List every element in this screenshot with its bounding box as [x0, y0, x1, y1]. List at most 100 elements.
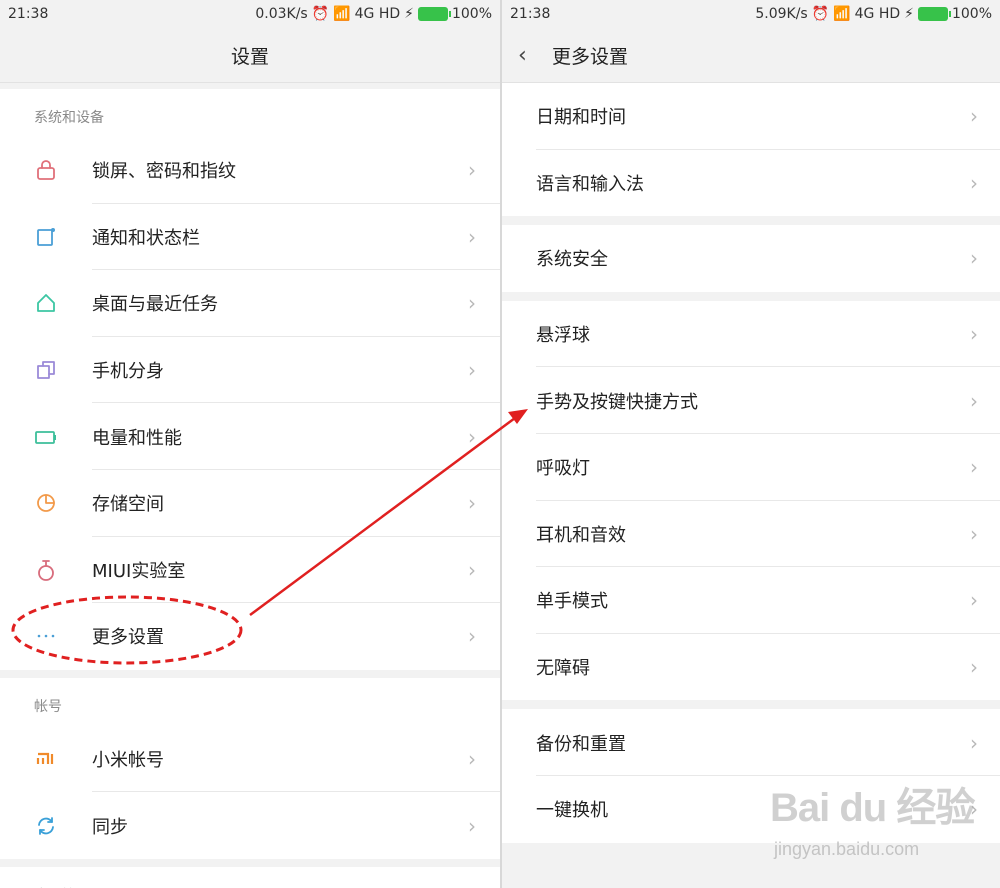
chevron-right-icon: › [970, 104, 978, 129]
battery-level: 100% [951, 6, 992, 22]
charging-icon: ⚡ [404, 6, 414, 22]
list-item-label: 语言和输入法 [536, 173, 644, 195]
notification-icon [0, 226, 92, 248]
list-item[interactable]: 更多设置 › [0, 603, 500, 670]
chevron-right-icon: › [970, 455, 978, 480]
list-item-label: 电量和性能 [92, 427, 182, 449]
list-item-label: 手机分身 [92, 361, 164, 383]
network-speed: 0.03K/s [255, 6, 308, 22]
list-item-label: 锁屏、密码和指纹 [92, 161, 236, 183]
battery-icon [417, 7, 451, 21]
battery-icon [917, 7, 951, 21]
list-item[interactable]: 桌面与最近任务 › [0, 270, 500, 337]
list-item[interactable]: 一键换机 › [502, 775, 1000, 843]
list-item[interactable]: 锁屏、密码和指纹 › [0, 137, 500, 204]
back-arrow-icon[interactable]: ‹ [518, 43, 552, 68]
list-item[interactable]: 电量和性能 › [0, 403, 500, 470]
chevron-right-icon: › [468, 624, 476, 649]
status-bar: 21:38 0.03K/s ⏰ 📶 4G HD ⚡ 100% [0, 0, 500, 28]
flask-icon [0, 558, 92, 582]
list-item[interactable]: 通知和状态栏 › [0, 203, 500, 271]
status-bar: 21:38 5.09K/s ⏰ 📶 4G HD ⚡ 100% [502, 0, 1000, 28]
chevron-right-icon: › [970, 322, 978, 347]
alarm-icon: ⏰ [311, 6, 330, 22]
list-item-label: 呼吸灯 [536, 458, 590, 480]
list-item-label: 桌面与最近任务 [92, 294, 218, 316]
list-item-label: 手势及按键快捷方式 [536, 391, 698, 413]
list-item-label: 一键换机 [536, 800, 608, 822]
settings-screen: 21:38 0.03K/s ⏰ 📶 4G HD ⚡ 100% 设置 系统和设备锁… [0, 0, 500, 888]
charging-icon: ⚡ [904, 6, 914, 22]
clone-icon [0, 359, 92, 381]
list-item[interactable]: MIUI实验室 › [0, 536, 500, 604]
list-item[interactable]: 日期和时间 › [502, 83, 1000, 150]
list-item[interactable]: 小米帐号 › [0, 725, 500, 793]
page-title: 更多设置 [552, 45, 629, 68]
list-item-label: 耳机和音效 [536, 524, 626, 546]
chevron-right-icon: › [970, 170, 978, 195]
list-item[interactable]: 备份和重置 › [502, 709, 1000, 776]
chevron-right-icon: › [468, 424, 476, 449]
wifi-icon: 📶 [833, 6, 851, 22]
page-title: 设置 [0, 28, 500, 83]
chevron-right-icon: › [468, 813, 476, 838]
alarm-icon: ⏰ [811, 6, 830, 22]
list-item-label: 悬浮球 [536, 325, 590, 347]
list-item-label: 小米帐号 [92, 750, 164, 772]
lock-icon [0, 159, 92, 181]
list-item-label: 同步 [92, 816, 128, 838]
section-header: 系统和设备 [0, 89, 500, 137]
title-bar: ‹ 更多设置 [502, 28, 1000, 83]
list-item-label: 更多设置 [92, 627, 164, 649]
network-type: 4G HD [854, 6, 901, 22]
list-item[interactable]: 单手模式 › [502, 567, 1000, 634]
chevron-right-icon: › [468, 158, 476, 183]
list-item[interactable]: 手势及按键快捷方式 › [502, 367, 1000, 434]
network-speed: 5.09K/s [755, 6, 808, 22]
list-item-label: 系统安全 [536, 249, 608, 271]
list-item[interactable]: 语言和输入法 › [502, 149, 1000, 217]
chevron-right-icon: › [970, 246, 978, 271]
list-item[interactable]: 存储空间 › [0, 469, 500, 537]
chevron-right-icon: › [970, 655, 978, 680]
chevron-right-icon: › [970, 730, 978, 755]
list-item[interactable]: 悬浮球 › [502, 300, 1000, 368]
chevron-right-icon: › [468, 291, 476, 316]
network-type: 4G HD [354, 6, 401, 22]
list-item[interactable]: 手机分身 › [0, 336, 500, 404]
chevron-right-icon: › [970, 797, 978, 822]
settings-list: 系统和设备 锁屏、密码和指纹 › 通知和状态栏 › 桌面与最近任务 › 手机分身 › 电量和性能 ›… [0, 83, 500, 888]
list-item[interactable]: 呼吸灯 › [502, 433, 1000, 501]
list-item-label: 无障碍 [536, 658, 590, 680]
more-settings-list: 日期和时间 › 语言和输入法 › 系统安全 › 悬浮球 › 手势及按键快捷方式 › 呼吸灯 › 耳机和音… [502, 83, 1000, 888]
chevron-right-icon: › [970, 588, 978, 613]
battery-level: 100% [451, 6, 492, 22]
more-icon [0, 625, 92, 647]
chevron-right-icon: › [468, 491, 476, 516]
status-time: 21:38 [510, 6, 551, 22]
more-settings-screen: 21:38 5.09K/s ⏰ 📶 4G HD ⚡ 100% ‹ 更多设置 日期… [502, 0, 1000, 888]
chevron-right-icon: › [468, 224, 476, 249]
section-gap [502, 291, 1000, 301]
list-item[interactable]: 系统安全 › [502, 225, 1000, 292]
chevron-right-icon: › [468, 358, 476, 383]
sync-icon [0, 815, 92, 837]
wifi-icon: 📶 [333, 6, 351, 22]
chevron-right-icon: › [970, 521, 978, 546]
battery-icon [0, 426, 92, 448]
section-gap [502, 700, 1000, 710]
list-end-fill [502, 842, 1000, 888]
section-header: 应用管理 [0, 866, 500, 888]
section-gap [502, 216, 1000, 226]
section-gap [0, 669, 500, 678]
home-icon [0, 292, 92, 314]
pie-icon [0, 492, 92, 514]
list-item[interactable]: 同步 › [0, 792, 500, 859]
list-item[interactable]: 耳机和音效 › [502, 500, 1000, 568]
section-header: 帐号 [0, 677, 500, 726]
list-item-label: 存储空间 [92, 494, 164, 516]
mi-logo-icon [0, 748, 92, 770]
list-item[interactable]: 无障碍 › [502, 633, 1000, 701]
list-item-label: 备份和重置 [536, 733, 626, 755]
section-gap [0, 858, 500, 867]
